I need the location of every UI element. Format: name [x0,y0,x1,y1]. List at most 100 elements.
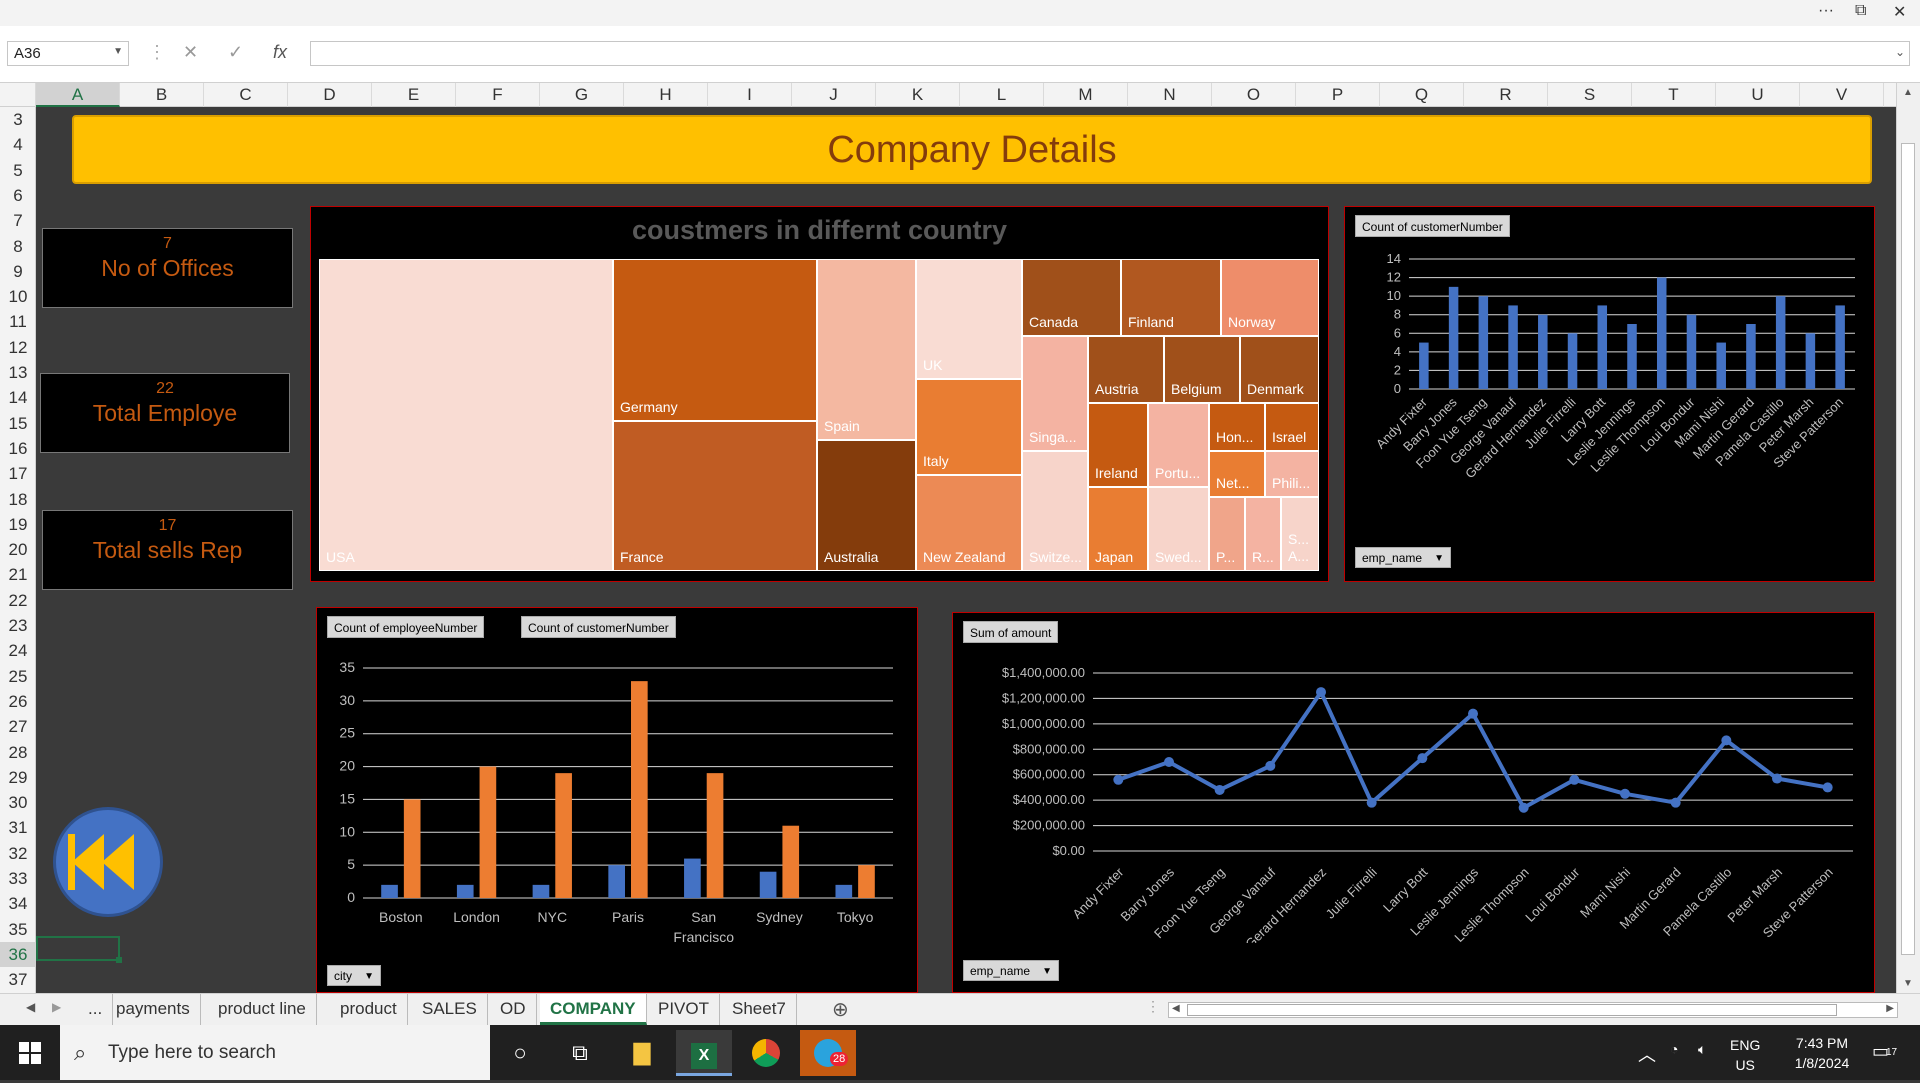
cortana-icon[interactable]: ○ [492,1030,548,1076]
sheet-tab-company[interactable]: COMPANY [540,994,647,1025]
column-header-c[interactable]: C [204,83,288,107]
row-header-6[interactable]: 6 [0,183,36,208]
file-explorer-icon[interactable]: ▇ [614,1030,670,1076]
row-header-36[interactable]: 36 [0,941,36,967]
row-header-21[interactable]: 21 [0,562,36,587]
column-header-l[interactable]: L [960,83,1044,107]
treemap-cell[interactable]: P... [1209,497,1245,571]
close-icon[interactable]: ✕ [1893,2,1906,22]
column-header-o[interactable]: O [1212,83,1296,107]
row-header-19[interactable]: 19 [0,512,36,537]
name-box[interactable]: A36 ▼ [7,41,129,66]
treemap-cell[interactable]: Denmark [1240,336,1319,403]
treemap-cell[interactable]: Germany [613,259,817,421]
scroll-right-icon[interactable]: ▶ [1886,1003,1894,1014]
treemap-cell[interactable]: New Zealand [916,475,1022,571]
horizontal-scrollbar[interactable]: ◀ ▶ [1168,1002,1898,1018]
network-icon[interactable]: ◔ [1670,1041,1678,1057]
column-header-m[interactable]: M [1044,83,1128,107]
sheet-tab-product[interactable]: product [330,994,408,1025]
column-header-q[interactable]: Q [1380,83,1464,107]
row-header-8[interactable]: 8 [0,234,36,259]
cancel-icon[interactable]: ✕ [183,42,198,63]
field-button[interactable]: Sum of amount [963,621,1059,643]
treemap-cell[interactable]: Italy [916,379,1022,475]
fill-handle[interactable] [116,957,122,963]
column-header-r[interactable]: R [1464,83,1548,107]
formula-input[interactable]: ⌄ [310,41,1910,66]
column-header-h[interactable]: H [624,83,708,107]
row-header-16[interactable]: 16 [0,436,36,461]
sheet-tab-pivot[interactable]: PIVOT [648,994,721,1025]
treemap-cell[interactable]: Austria [1088,336,1164,403]
windows-start-icon[interactable] [2,1030,58,1076]
row-header-15[interactable]: 15 [0,411,36,436]
row-header-26[interactable]: 26 [0,689,36,714]
scroll-up-icon[interactable]: ▲ [1903,87,1913,98]
column-header-f[interactable]: F [456,83,540,107]
treemap-cell[interactable]: UK [916,259,1022,379]
add-sheet-icon[interactable]: ⊕ [832,997,849,1022]
row-header-17[interactable]: 17 [0,461,36,486]
treemap-cell[interactable]: Finland [1121,259,1221,336]
row-header-22[interactable]: 22 [0,588,36,613]
treemap-cell[interactable]: Portu... [1148,403,1209,487]
column-header-a[interactable]: A [36,83,120,107]
treemap-cell[interactable]: Spain [817,259,916,440]
enter-icon[interactable]: ✓ [228,42,243,63]
column-header-v[interactable]: V [1800,83,1884,107]
chevron-down-icon[interactable]: ▼ [113,46,123,57]
column-header-e[interactable]: E [372,83,456,107]
column-header-s[interactable]: S [1548,83,1632,107]
column-header-t[interactable]: T [1632,83,1716,107]
row-header-23[interactable]: 23 [0,613,36,638]
treemap-cell[interactable]: Israel [1265,403,1319,451]
treemap-cell[interactable]: Switze... [1022,451,1088,571]
tab-splitter-icon[interactable]: ⋮ [1146,998,1160,1015]
row-header-14[interactable]: 14 [0,385,36,410]
treemap-cell[interactable]: Singa... [1022,336,1088,451]
active-cell[interactable] [36,936,122,963]
scroll-down-icon[interactable]: ▼ [1903,978,1913,989]
clock[interactable]: 7:43 PM 1/8/2024 [1772,1033,1872,1073]
filter-dropdown[interactable]: emp_name ▼ [1355,547,1452,568]
filter-dropdown[interactable]: emp_name ▼ [963,960,1060,981]
row-header-20[interactable]: 20 [0,537,36,562]
language-indicator[interactable]: ENG US [1730,1035,1760,1075]
row-header-29[interactable]: 29 [0,765,36,790]
task-view-icon[interactable]: ⧉ [552,1030,608,1076]
column-header-i[interactable]: I [708,83,792,107]
show-hidden-icons-icon[interactable]: ︿ [1638,1041,1656,1067]
column-header-n[interactable]: N [1128,83,1212,107]
treemap-cell[interactable]: Swed... [1148,487,1209,571]
more-icon[interactable]: ··· [1818,2,1834,20]
row-header-7[interactable]: 7 [0,208,36,233]
back-button[interactable] [53,807,163,917]
treemap-cell[interactable]: Canada [1022,259,1121,336]
treemap-chart[interactable]: coustmers in differnt country USA German… [310,206,1329,582]
sheet-tab-product-line[interactable]: product line [208,994,317,1025]
column-header-d[interactable]: D [288,83,372,107]
row-header-31[interactable]: 31 [0,815,36,840]
sheet-tab-sales[interactable]: SALES [412,994,488,1025]
treemap-cell[interactable]: Phili... [1265,451,1319,497]
scroll-thumb[interactable] [1901,143,1915,955]
sheet-tab-payments[interactable]: payments [106,994,201,1025]
customers-per-employee-chart[interactable]: Count of customerNumber 0 2 4 6 8 10 12 14 Andy … [1344,206,1875,582]
row-header-37[interactable]: 37 [0,967,36,992]
restore-icon[interactable]: ⧉ [1855,2,1866,20]
treemap-cell[interactable]: USA [319,259,613,571]
column-header-g[interactable]: G [540,83,624,107]
row-header-11[interactable]: 11 [0,309,36,334]
select-all-corner[interactable] [0,83,36,107]
telegram-icon[interactable]: 28 [800,1030,856,1076]
column-header-u[interactable]: U [1716,83,1800,107]
treemap-cell[interactable]: Hon... [1209,403,1265,451]
prev-sheet-icon[interactable]: ◀ [26,1000,35,1014]
row-header-32[interactable]: 32 [0,841,36,866]
vertical-scrollbar[interactable]: ▲ ▼ [1896,83,1920,993]
column-header-p[interactable]: P [1296,83,1380,107]
treemap-cell[interactable]: Australia [817,440,916,571]
treemap-cell[interactable]: Belgium [1164,336,1240,403]
filter-dropdown[interactable]: city ▼ [327,965,381,986]
